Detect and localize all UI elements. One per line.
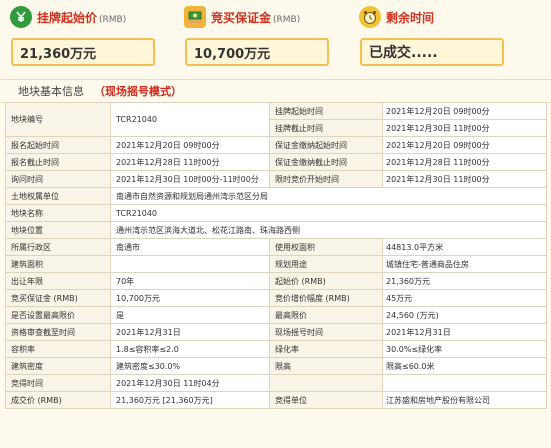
- field-label: 询问时间: [5, 170, 111, 188]
- field-value: 30.0%≤绿化率: [382, 340, 547, 358]
- table-row: 报名起始时间 2021年12月20日 09时00分 保证金缴纳起始时间 2021年12…: [5, 136, 547, 154]
- field-value: 70年: [110, 272, 270, 290]
- remaining-time-value: 已成交.....: [360, 38, 504, 66]
- field-label: 所属行政区: [5, 238, 111, 256]
- field-value: 2021年12月20日 09时00分: [382, 136, 547, 154]
- table-row: 成交价 (RMB) 21,360万元 [21,360万元] 竞得单位 江苏盛和房地产股…: [5, 391, 547, 409]
- section-mode: （现场摇号模式）: [94, 85, 182, 98]
- field-label: 竞得时间: [5, 374, 111, 392]
- field-value: 21,360万元: [382, 272, 547, 290]
- field-value: 2021年12月28日 11时00分: [110, 153, 270, 171]
- table-row: 建筑密度 建筑密度≤30.0% 限高 限高≤60.0米: [5, 357, 547, 375]
- remaining-time-title: 剩余时间: [386, 10, 435, 25]
- deposit-title: 竞买保证金 (RMB): [211, 10, 301, 25]
- field-value: 建筑密度≤30.0%: [110, 357, 270, 375]
- field-value: 限高≤60.0米: [382, 357, 547, 375]
- field-label: 报名起始时间: [5, 136, 111, 154]
- table-row: 询问时间 2021年12月30日 10时00分-11时00分 限时竞价开始时间 202…: [5, 170, 547, 188]
- field-label: 地块编号: [5, 102, 111, 137]
- field-value: 江苏盛和房地产股份有限公司: [382, 391, 547, 409]
- table-row: 土地权属单位 南通市自然资源和规划局通州湾示范区分局: [5, 187, 547, 205]
- field-label: 最高限价: [269, 306, 383, 324]
- field-label: 限时竞价开始时间: [269, 170, 383, 188]
- field-value: 南通市: [110, 238, 270, 256]
- remaining-time-card: 剩余时间 已成交.....: [355, 0, 515, 66]
- field-value: 是: [110, 306, 270, 324]
- deposit-value: 10,700万元: [185, 38, 329, 66]
- field-label: 起始价 (RMB): [269, 272, 383, 290]
- field-label: 竞价增价幅度 (RMB): [269, 289, 383, 307]
- field-label: 资格审查截至时间: [5, 323, 111, 341]
- field-value: 21,360万元 [21,360万元]: [110, 391, 270, 409]
- field-value: 2021年12月30日 11时04分: [110, 374, 270, 392]
- start-price-value: 21,360万元: [11, 38, 155, 66]
- table-row: 资格审查截至时间 2021年12月31日 现场摇号时间 2021年12月31日: [5, 323, 547, 341]
- field-label: 保证金缴纳截止时间: [269, 153, 383, 171]
- field-value: 2021年12月31日: [382, 323, 547, 341]
- field-label: 建筑密度: [5, 357, 111, 375]
- table-row: 地块名称 TCR21040: [5, 204, 547, 222]
- alarm-clock-icon: [359, 6, 381, 28]
- field-value: 10,700万元: [110, 289, 270, 307]
- field-value: 45万元: [382, 289, 547, 307]
- field-label: 出让年限: [5, 272, 111, 290]
- field-label: 是否设置最高限价: [5, 306, 111, 324]
- money-hand-icon: [184, 6, 206, 28]
- section-title: 地块基本信息: [18, 85, 84, 98]
- table-row: 容积率 1.8≤容积率≤2.0 绿化率 30.0%≤绿化率: [5, 340, 547, 358]
- field-label: 现场摇号时间: [269, 323, 383, 341]
- field-label: 竞买保证金 (RMB): [5, 289, 111, 307]
- field-value: 2021年12月30日 11时00分: [382, 119, 547, 137]
- field-label: 限高: [269, 357, 383, 375]
- table-row: 地块位置 通州湾示范区滨海大道北、松花江路南、珠海路西侧: [5, 221, 547, 239]
- field-label: 竞得单位: [269, 391, 383, 409]
- field-value: 1.8≤容积率≤2.0: [110, 340, 270, 358]
- table-row: 建筑面积 规划用途 城镇住宅-普通商品住房: [5, 255, 547, 273]
- field-label: 报名截止时间: [5, 153, 111, 171]
- section-header: 地块基本信息 （现场摇号模式）: [0, 79, 551, 103]
- field-value: 2021年12月28日 11时00分: [382, 153, 547, 171]
- field-value: 城镇住宅-普通商品住房: [382, 255, 547, 273]
- start-price-title: 挂牌起始价 (RMB): [37, 10, 127, 25]
- field-label: 规划用途: [269, 255, 383, 273]
- summary-cards: 挂牌起始价 (RMB) 21,360万元 竞买保证金 (RMB) 10,700万元: [0, 0, 551, 76]
- table-row: 报名截止时间 2021年12月28日 11时00分 保证金缴纳截止时间 2021年12…: [5, 153, 547, 171]
- field-label: 保证金缴纳起始时间: [269, 136, 383, 154]
- rmb-tag-icon: [10, 6, 32, 28]
- field-label: 成交价 (RMB): [5, 391, 111, 409]
- field-value: TCR21040: [110, 102, 270, 137]
- table-row: 竞得时间 2021年12月30日 11时04分: [5, 374, 547, 392]
- field-label: 建筑面积: [5, 255, 111, 273]
- table-row: 是否设置最高限价是最高限价 24,560 (万元): [5, 306, 547, 324]
- field-value: 44813.0平方米: [382, 238, 547, 256]
- land-info-table: 地块编号 TCR21040 挂牌起始时间 2021年12月20日 09时00分 挂牌截止…: [5, 102, 547, 409]
- field-label: 挂牌截止时间: [269, 119, 383, 137]
- field-label: 地块名称: [5, 204, 111, 222]
- table-row: 地块编号 TCR21040 挂牌起始时间 2021年12月20日 09时00分: [5, 102, 547, 137]
- field-value: TCR21040: [110, 204, 547, 222]
- field-label: 绿化率: [269, 340, 383, 358]
- table-row: 所属行政区 南通市 使用权面积 44813.0平方米: [5, 238, 547, 256]
- field-label: 使用权面积: [269, 238, 383, 256]
- field-value: [382, 374, 547, 392]
- field-value: 2021年12月20日 09时00分: [110, 136, 270, 154]
- field-label: 土地权属单位: [5, 187, 111, 205]
- field-value: 24,560 (万元): [382, 306, 547, 324]
- deposit-card: 竞买保证金 (RMB) 10,700万元: [180, 0, 340, 66]
- field-value: [110, 255, 270, 273]
- start-price-card: 挂牌起始价 (RMB) 21,360万元: [6, 0, 166, 66]
- field-value: 2021年12月31日: [110, 323, 270, 341]
- field-label: 地块位置: [5, 221, 111, 239]
- field-value: 2021年12月20日 09时00分: [382, 102, 547, 120]
- field-value: 南通市自然资源和规划局通州湾示范区分局: [110, 187, 547, 205]
- field-value: 2021年12月30日 10时00分-11时00分: [110, 170, 270, 188]
- field-label: [269, 374, 383, 392]
- field-value: 通州湾示范区滨海大道北、松花江路南、珠海路西侧: [110, 221, 547, 239]
- field-value: 2021年12月30日 11时00分: [382, 170, 547, 188]
- field-label: 挂牌起始时间: [269, 102, 383, 120]
- field-label: 容积率: [5, 340, 111, 358]
- table-row: 出让年限 70年 起始价 (RMB) 21,360万元: [5, 272, 547, 290]
- table-row: 竞买保证金 (RMB) 10,700万元 竞价增价幅度 (RMB) 45万元: [5, 289, 547, 307]
